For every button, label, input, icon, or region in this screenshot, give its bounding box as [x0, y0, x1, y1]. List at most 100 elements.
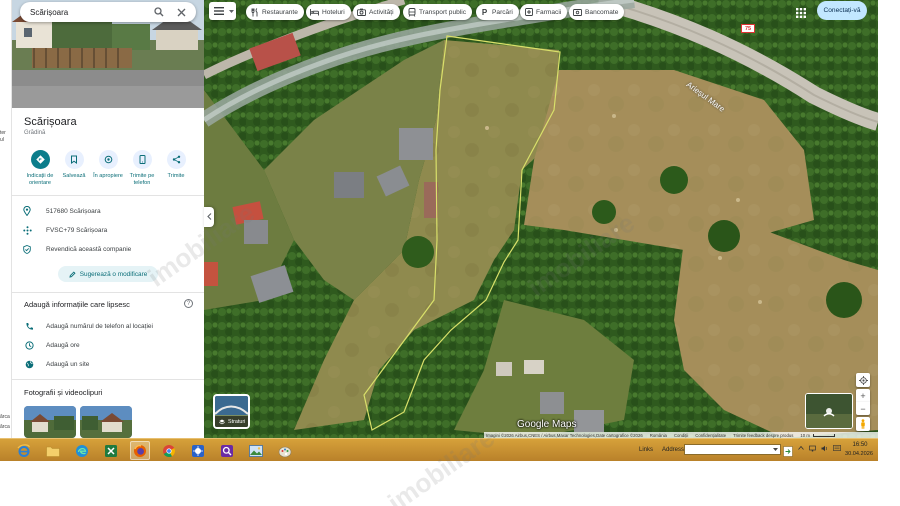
- chip-activities[interactable]: Activități: [353, 4, 400, 20]
- add-website-row[interactable]: Adaugă un site: [24, 359, 89, 369]
- zoom-out-button[interactable]: −: [856, 402, 870, 415]
- collapse-sidebar-button[interactable]: [204, 207, 214, 227]
- my-location-button[interactable]: [856, 373, 870, 387]
- tray-up-icon[interactable]: [798, 445, 804, 452]
- transit-icon: [407, 7, 416, 17]
- chevron-down-icon[interactable]: [773, 448, 778, 451]
- left-panel-strip: ter ul ărca ărca: [0, 0, 12, 438]
- pegman-icon[interactable]: [856, 417, 870, 431]
- strip-fragment: ul: [0, 137, 4, 143]
- google-maps-logo: Google Maps: [517, 419, 577, 430]
- route-shield: 75: [741, 24, 755, 33]
- divider: [12, 292, 204, 293]
- add-website-text: Adaugă un site: [46, 360, 90, 368]
- chip-label: Hoteluri: [322, 8, 345, 16]
- plus-code-text: FVSC+79 Scărișoara: [46, 226, 108, 234]
- add-phone-text: Adaugă numărul de telefon al locației: [46, 322, 153, 330]
- picture-icon[interactable]: [246, 441, 266, 460]
- go-arrow-icon[interactable]: [783, 444, 793, 457]
- firefox-icon[interactable]: [130, 441, 150, 460]
- clock-time[interactable]: 16:50: [846, 442, 874, 448]
- add-hours-text: Adaugă ore: [46, 341, 80, 349]
- chip-label: Bancomate: [585, 8, 619, 16]
- save-label: Salvează: [62, 173, 86, 179]
- menu-button[interactable]: [209, 2, 236, 20]
- search-app-icon[interactable]: [217, 441, 237, 460]
- place-sidebar: Scărișoara Scărișoara Grădină Indicații …: [12, 0, 204, 438]
- network-icon[interactable]: [809, 445, 816, 452]
- nearby-label: În apropiere: [93, 173, 123, 179]
- divider: [12, 379, 204, 380]
- layers-icon: [219, 419, 225, 425]
- nearby-button[interactable]: În apropiere: [89, 150, 127, 180]
- clock-date[interactable]: 30.04.2026: [842, 451, 876, 457]
- layers-label: Straturi: [228, 418, 246, 425]
- chip-label: Transport public: [419, 8, 467, 16]
- chevron-left-icon: [206, 212, 212, 222]
- send-to-phone-button[interactable]: Trimite pe telefon: [123, 150, 161, 186]
- chip-atm[interactable]: Bancomate: [569, 4, 625, 20]
- chip-label: Farmacii: [536, 8, 562, 16]
- address-input[interactable]: [684, 444, 781, 455]
- chip-public-transport[interactable]: Transport public: [403, 4, 473, 20]
- keyboard-icon[interactable]: [833, 445, 841, 452]
- photo-thumbnail[interactable]: [24, 406, 76, 438]
- atm-icon: [573, 8, 582, 17]
- chip-parking[interactable]: P Parcări: [476, 4, 519, 20]
- zoom-in-button[interactable]: +: [856, 389, 870, 402]
- excel-icon[interactable]: [101, 441, 121, 460]
- chrome-icon[interactable]: [159, 441, 179, 460]
- folder-icon[interactable]: [43, 441, 63, 460]
- edge-icon[interactable]: [72, 441, 92, 460]
- location-pin-icon: [22, 206, 32, 216]
- paint-icon[interactable]: [275, 441, 295, 460]
- strip-fragment: ărca: [0, 424, 10, 430]
- help-icon[interactable]: ?: [184, 299, 193, 308]
- clock-icon: [24, 340, 34, 350]
- chip-hotels[interactable]: Hoteluri: [306, 4, 351, 20]
- layers-button[interactable]: Straturi: [213, 394, 250, 429]
- crosshair-icon: [858, 375, 868, 385]
- app-icon[interactable]: [188, 441, 208, 460]
- send-to-phone-label: Trimite pe telefon: [129, 173, 155, 186]
- screen: ter ul ărca ărca Scărișoara Scărișoara G…: [0, 0, 900, 506]
- save-button[interactable]: Salvează: [55, 150, 93, 180]
- hamburger-icon: [214, 2, 224, 20]
- phone-icon: [132, 150, 152, 169]
- layers-label-bar: Straturi: [215, 416, 248, 427]
- search-box[interactable]: Scărișoara: [20, 2, 196, 22]
- sign-in-button[interactable]: Conectați-vă: [817, 1, 867, 20]
- share-label: Trimite: [167, 173, 185, 179]
- share-button[interactable]: Trimite: [157, 150, 195, 180]
- pencil-icon: [69, 270, 76, 278]
- search-icon[interactable]: [152, 5, 166, 19]
- apps-grid-icon[interactable]: [796, 5, 806, 18]
- close-icon[interactable]: [174, 5, 188, 19]
- suggest-edit-label: Sugerează o modificare: [79, 270, 148, 278]
- plus-code-row[interactable]: FVSC+79 Scărișoara: [22, 225, 107, 235]
- chip-pharmacies[interactable]: Farmacii: [520, 4, 568, 20]
- address-label: Address: [662, 447, 685, 453]
- missing-info-heading: Adaugă informațiile care lipsesc: [24, 300, 130, 309]
- satellite-map[interactable]: [204, 0, 878, 438]
- bookmark-icon: [64, 150, 84, 169]
- chip-restaurants[interactable]: Restaurante: [246, 4, 304, 20]
- address-row[interactable]: 517680 Scărișoara: [22, 206, 101, 216]
- street-view-preview[interactable]: [805, 393, 853, 429]
- place-category[interactable]: Grădină: [24, 130, 45, 136]
- share-icon: [166, 150, 186, 169]
- claim-business-text: Revendică această companie: [46, 245, 132, 253]
- strip-fragment: ărca: [0, 414, 10, 420]
- links-label[interactable]: Links: [639, 447, 653, 453]
- chip-label: Restaurante: [262, 8, 298, 16]
- photos-heading: Fotografii și videoclipuri: [24, 388, 103, 397]
- ie-icon[interactable]: [14, 441, 34, 460]
- volume-icon[interactable]: [821, 445, 828, 452]
- directions-button[interactable]: Indicații de orientare: [21, 150, 59, 186]
- claim-business-row[interactable]: Revendică această companie: [22, 244, 131, 254]
- globe-icon: [24, 359, 34, 369]
- photo-thumbnail[interactable]: [80, 406, 132, 438]
- search-input[interactable]: Scărișoara: [30, 8, 152, 17]
- add-phone-row[interactable]: Adaugă numărul de telefon al locației: [24, 321, 153, 331]
- add-hours-row[interactable]: Adaugă ore: [24, 340, 80, 350]
